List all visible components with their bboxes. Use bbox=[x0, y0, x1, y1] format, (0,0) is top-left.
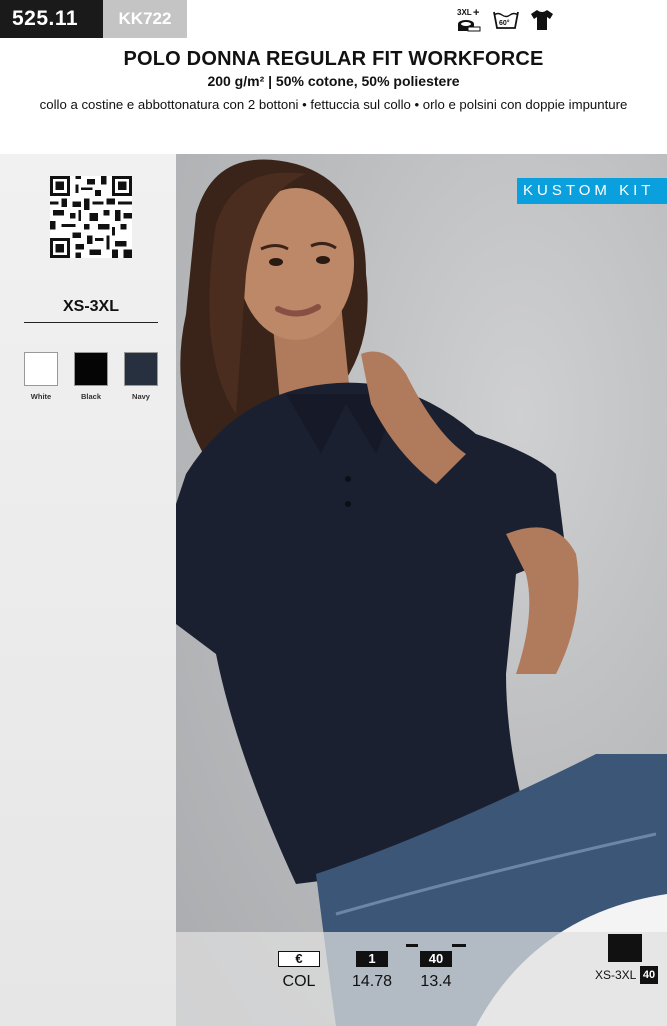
product-code-badge: 525.11 bbox=[0, 0, 103, 38]
brand-logo: KUSTOM KIT bbox=[517, 178, 667, 204]
product-photo bbox=[176, 154, 667, 1026]
qty-bar-left bbox=[406, 944, 418, 947]
wash-60-icon: 60° bbox=[493, 11, 519, 29]
swatch-label: Navy bbox=[132, 392, 150, 401]
svg-text:60°: 60° bbox=[499, 19, 510, 27]
swatch-label: Black bbox=[80, 392, 101, 401]
size-3xl-plus-icon: 3XL + bbox=[457, 7, 481, 32]
side-panel bbox=[0, 154, 176, 1026]
qty-bar-right bbox=[452, 944, 466, 947]
pack-size-range: XS-3XL bbox=[595, 968, 637, 982]
svg-text:+: + bbox=[473, 7, 479, 19]
svg-text:3XL: 3XL bbox=[457, 8, 472, 17]
pack-qty: 40 bbox=[640, 966, 658, 984]
color-swatch-black[interactable]: Black bbox=[74, 352, 108, 401]
size-range: XS-3XL bbox=[24, 298, 158, 323]
qty-1-box: 1 bbox=[356, 951, 388, 967]
product-ref-badge: KK722 bbox=[103, 0, 187, 38]
col-label: COL bbox=[282, 973, 316, 990]
product-subtitle: 200 g/m² | 50% cotone, 50% poliestere bbox=[207, 73, 460, 89]
swatch-label: White bbox=[30, 392, 52, 401]
tshirt-icon bbox=[531, 10, 553, 30]
price-qty-40: 13.4 bbox=[420, 973, 452, 990]
box-icon bbox=[608, 934, 642, 962]
currency-box: € bbox=[278, 951, 320, 967]
model-illustration bbox=[176, 159, 667, 1026]
price-qty-1: 14.78 bbox=[351, 973, 393, 990]
color-swatch-navy[interactable]: Navy bbox=[124, 352, 158, 401]
color-swatches: White Black Navy bbox=[24, 352, 158, 401]
care-icons: 3XL + 60° bbox=[455, 6, 555, 34]
qty-40-box: 40 bbox=[420, 951, 452, 967]
swatch-chip[interactable] bbox=[24, 352, 58, 386]
swatch-chip[interactable] bbox=[74, 352, 108, 386]
color-swatch-white[interactable]: White bbox=[24, 352, 58, 401]
product-features: collo a costine e abbottonatura con 2 bo… bbox=[39, 97, 628, 112]
product-title: POLO DONNA REGULAR FIT WORKFORCE bbox=[123, 48, 544, 70]
swatch-chip[interactable] bbox=[124, 352, 158, 386]
qr-code-icon[interactable] bbox=[50, 176, 132, 258]
